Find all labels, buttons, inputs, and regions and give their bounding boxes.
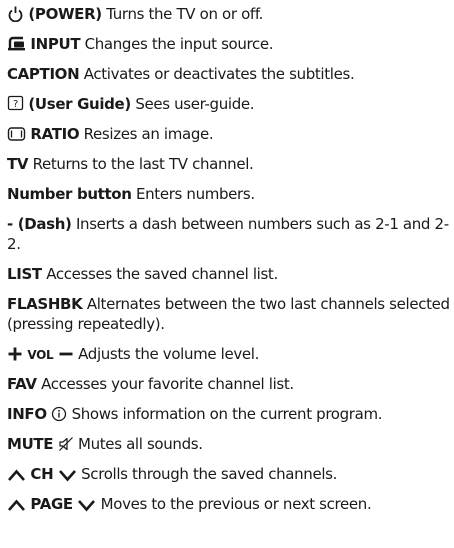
entry-page: PAGE Moves to the previous or next scree… (7, 494, 452, 514)
entry-power: (POWER) Turns the TV on or off. (7, 4, 452, 24)
entry-ch-desc: Scrolls through the saved channels. (81, 465, 338, 483)
entry-info-desc: Shows information on the current program… (71, 405, 383, 423)
entry-dash-desc: Inserts a dash between numbers such as 2… (7, 215, 449, 253)
input-icon (7, 36, 26, 52)
entry-input-desc: Changes the input source. (84, 35, 274, 53)
entry-user-guide: ? (User Guide) Sees user-guide. (7, 94, 452, 114)
entry-mute: MUTE Mutes all sounds. (7, 434, 452, 454)
ratio-icon (7, 126, 26, 142)
entry-power-desc: Turns the TV on or off. (106, 5, 264, 23)
entry-fav-desc: Accesses your favorite channel list. (41, 375, 294, 393)
entry-page-desc: Moves to the previous or next screen. (100, 495, 372, 513)
entry-info-key: INFO (7, 405, 47, 423)
entry-ratio-desc: Resizes an image. (83, 125, 214, 143)
minus-icon (58, 346, 74, 362)
entry-list: LIST Accesses the saved channel list. (7, 264, 452, 284)
chevron-up-icon (7, 468, 26, 482)
plus-icon (7, 346, 23, 362)
entry-tv: TV Returns to the last TV channel. (7, 154, 452, 174)
entry-page-key: PAGE (30, 495, 73, 513)
entry-list-desc: Accesses the saved channel list. (46, 265, 278, 283)
user-guide-icon: ? (7, 95, 24, 112)
entry-user-guide-desc: Sees user-guide. (135, 95, 255, 113)
entry-mute-key: MUTE (7, 435, 54, 453)
entry-caption: CAPTION Activates or deactivates the sub… (7, 64, 452, 84)
entry-number-button-key: Number button (7, 185, 132, 203)
entry-fav-key: FAV (7, 375, 37, 393)
entry-ch-key: CH (30, 465, 54, 483)
entry-vol-key: VOL (27, 348, 54, 362)
entry-info: INFO Shows information on the current pr… (7, 404, 452, 424)
entry-dash-key: - (Dash) (7, 215, 72, 233)
remote-button-guide: (POWER) Turns the TV on or off. INPUT Ch… (0, 0, 454, 548)
power-icon (7, 5, 24, 22)
entry-ratio-key: RATIO (30, 125, 80, 143)
mute-icon (58, 436, 74, 452)
entry-flashbk: FLASHBK Alternates between the two last … (7, 294, 452, 334)
entry-list-key: LIST (7, 265, 42, 283)
entry-vol: VOL Adjusts the volume level. (7, 344, 452, 365)
entry-vol-desc: Adjusts the volume level. (78, 345, 260, 363)
entry-input: INPUT Changes the input source. (7, 34, 452, 54)
entry-dash: - (Dash) Inserts a dash between numbers … (7, 214, 452, 254)
entry-ch: CH Scrolls through the saved channels. (7, 464, 452, 484)
svg-text:?: ? (13, 99, 18, 110)
entry-flashbk-key: FLASHBK (7, 295, 83, 313)
info-icon (51, 406, 67, 422)
entry-fav: FAV Accesses your favorite channel list. (7, 374, 452, 394)
entry-caption-desc: Activates or deactivates the subtitles. (83, 65, 355, 83)
entry-input-key: INPUT (30, 35, 81, 53)
chevron-down-icon (58, 468, 77, 482)
entry-tv-key: TV (7, 155, 29, 173)
entry-caption-key: CAPTION (7, 65, 80, 83)
chevron-down-icon (77, 498, 96, 512)
entry-number-button-desc: Enters numbers. (136, 185, 255, 203)
entry-mute-desc: Mutes all sounds. (78, 435, 203, 453)
entry-power-key: (POWER) (28, 5, 102, 23)
entry-number-button: Number button Enters numbers. (7, 184, 452, 204)
chevron-up-icon (7, 498, 26, 512)
entry-user-guide-key: (User Guide) (28, 95, 131, 113)
entry-ratio: RATIO Resizes an image. (7, 124, 452, 144)
entry-tv-desc: Returns to the last TV channel. (32, 155, 254, 173)
